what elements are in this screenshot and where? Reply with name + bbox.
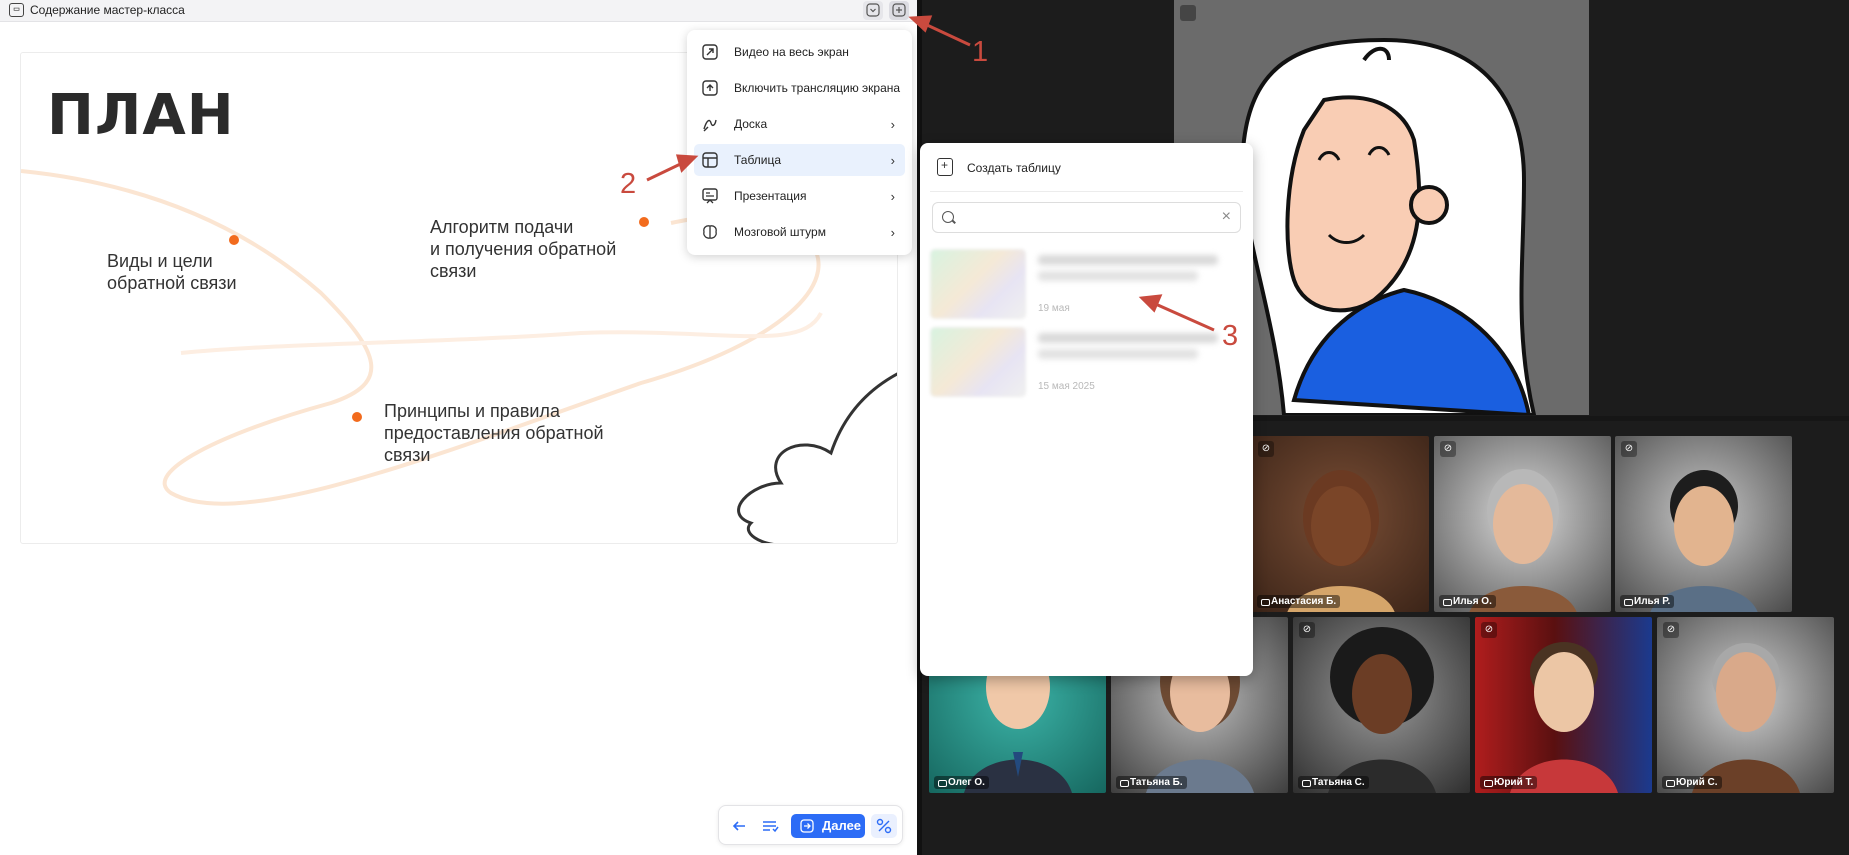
annotation-1: 1 (972, 36, 989, 68)
annotation-2: 2 (620, 168, 637, 200)
annotation-arrows (646, 15, 1215, 332)
screen: ▭ Содержание мастер-класса ПЛАН Виды и ц… (0, 0, 1849, 855)
annotation-3: 3 (1222, 320, 1239, 352)
